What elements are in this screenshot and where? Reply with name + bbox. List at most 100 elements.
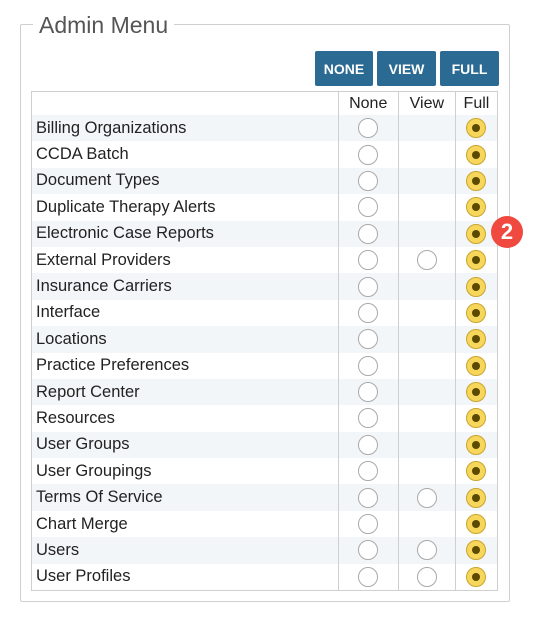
radio-none[interactable] (358, 514, 379, 535)
radio-full[interactable] (466, 540, 487, 561)
permission-label: CCDA Batch (36, 145, 129, 164)
radio-full[interactable] (466, 223, 487, 244)
cell-full (454, 115, 498, 142)
radio-view[interactable] (416, 540, 437, 561)
radio-none[interactable] (358, 540, 379, 561)
set-all-view-button[interactable]: VIEW (377, 51, 436, 86)
table-row: Resources (32, 405, 498, 432)
cell-none (337, 220, 399, 247)
cell-none (337, 299, 399, 327)
cell-full (454, 510, 498, 538)
cell-view (397, 484, 456, 511)
radio-none[interactable] (358, 329, 379, 350)
permission-label: Billing Organizations (31, 115, 339, 142)
cell-view (397, 510, 456, 538)
table-row: Billing Organizations (31, 115, 498, 142)
cell-view (397, 299, 456, 327)
cell-full (454, 194, 498, 221)
cell-view (397, 246, 456, 274)
permission-label: User Profiles (36, 567, 131, 586)
radio-full[interactable] (466, 144, 487, 165)
set-all-none-button[interactable]: NONE (315, 51, 373, 86)
radio-full[interactable] (466, 566, 487, 587)
cell-none (337, 537, 399, 564)
cell-none (337, 431, 399, 459)
radio-full[interactable] (466, 118, 487, 139)
permission-label: Document Types (31, 167, 339, 195)
radio-none[interactable] (358, 408, 379, 429)
radio-full[interactable] (466, 197, 487, 218)
radio-none[interactable] (358, 197, 379, 218)
permissions-table: None View Full Billing Organizations CCDA… (31, 91, 498, 592)
radio-none[interactable] (358, 487, 379, 508)
radio-full[interactable] (466, 487, 487, 508)
permission-label: Interface (36, 303, 101, 322)
radio-none[interactable] (358, 170, 379, 191)
radio-none[interactable] (358, 223, 379, 244)
cell-view (397, 458, 456, 485)
table-row: Locations (31, 326, 498, 353)
radio-full[interactable] (466, 276, 487, 297)
cell-full (454, 246, 498, 274)
radio-view[interactable] (416, 566, 437, 587)
permission-label: Report Center (31, 378, 339, 406)
column-header-view: View (397, 91, 456, 115)
cell-full (454, 431, 498, 459)
radio-full[interactable] (466, 514, 487, 535)
radio-none[interactable] (358, 302, 379, 323)
radio-full[interactable] (466, 329, 487, 350)
cell-view (397, 220, 456, 247)
radio-none[interactable] (358, 118, 379, 139)
radio-none[interactable] (358, 434, 379, 455)
panel-title: Admin Menu (33, 12, 175, 39)
cell-none (337, 458, 399, 485)
cell-none (337, 326, 399, 353)
cell-view (397, 194, 456, 221)
radio-view[interactable] (416, 250, 437, 271)
permission-label: Practice Preferences (36, 356, 190, 375)
radio-none[interactable] (358, 382, 379, 403)
permission-label: User Groups (31, 431, 339, 459)
radio-none[interactable] (358, 355, 379, 376)
cell-none (337, 141, 399, 168)
cell-none (337, 273, 399, 300)
radio-full[interactable] (466, 382, 487, 403)
permission-label: Duplicate Therapy Alerts (36, 197, 216, 216)
cell-full (454, 484, 498, 511)
radio-full[interactable] (466, 170, 487, 191)
table-row: Practice Preferences (32, 352, 498, 379)
set-all-full-button[interactable]: FULL (440, 51, 499, 86)
permission-label: Chart Merge (36, 514, 128, 533)
cell-full (454, 299, 498, 327)
radio-full[interactable] (466, 302, 487, 323)
cell-full (454, 326, 498, 353)
radio-none[interactable] (358, 566, 379, 587)
cell-view (397, 537, 456, 564)
radio-none[interactable] (358, 461, 379, 482)
cell-view (397, 326, 456, 353)
cell-view (397, 115, 456, 142)
table-row: User Groupings (32, 458, 498, 485)
radio-full[interactable] (466, 408, 487, 429)
permission-label: Users (31, 537, 339, 564)
radio-none[interactable] (358, 276, 379, 297)
radio-full[interactable] (466, 434, 487, 455)
table-row: CCDA Batch (32, 141, 498, 168)
cell-view (397, 378, 456, 406)
cell-full (454, 352, 498, 379)
radio-full[interactable] (466, 250, 487, 271)
permission-label: Terms Of Service (31, 484, 339, 511)
cell-full (454, 458, 498, 485)
radio-full[interactable] (466, 461, 487, 482)
column-header-none: None (337, 91, 399, 115)
radio-none[interactable] (358, 250, 379, 271)
table-row: Report Center (31, 378, 498, 406)
radio-view[interactable] (416, 487, 437, 508)
radio-full[interactable] (466, 355, 487, 376)
radio-none[interactable] (358, 144, 379, 165)
cell-full (454, 273, 498, 300)
cell-full (454, 141, 498, 168)
column-header-name (32, 92, 339, 116)
table-row: Insurance Carriers (31, 273, 498, 300)
cell-none (337, 510, 399, 538)
